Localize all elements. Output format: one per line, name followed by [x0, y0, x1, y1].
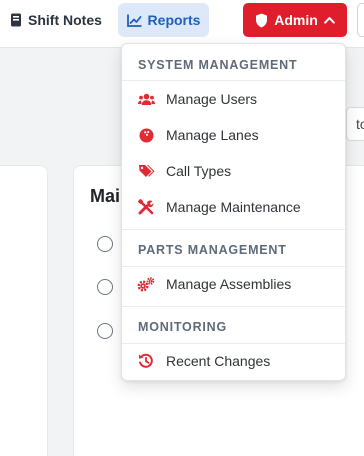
left-card [0, 165, 48, 456]
card-title: Mai [90, 186, 121, 206]
menu-item-label: Manage Users [166, 91, 258, 107]
menu-item-manage-maintenance[interactable]: Manage Maintenance [122, 190, 345, 224]
admin-dropdown-menu: SYSTEM MANAGEMENT Manage Users Manage La [121, 43, 346, 381]
menu-item-label: Manage Lanes [166, 127, 259, 143]
reports-label: Reports [147, 12, 201, 28]
shield-icon [255, 13, 268, 28]
menu-item-label: Call Types [166, 163, 232, 179]
divider [122, 306, 345, 307]
background-control[interactable]: to D [346, 107, 364, 141]
section-header-system-management: SYSTEM MANAGEMENT [138, 58, 298, 72]
menu-item-label: Manage Maintenance [166, 199, 301, 215]
divider [122, 80, 345, 81]
top-navbar: Shift Notes Reports Admin [0, 0, 364, 48]
section-header-monitoring: MONITORING [138, 320, 228, 334]
tools-icon [137, 198, 155, 216]
menu-item-recent-changes[interactable]: Recent Changes [122, 344, 345, 378]
admin-label: Admin [274, 12, 318, 28]
users-icon [137, 90, 155, 108]
menu-item-label: Recent Changes [166, 353, 271, 369]
radio-button[interactable] [97, 236, 113, 252]
bowling-ball-icon [137, 126, 155, 144]
reports-button[interactable]: Reports [118, 3, 209, 37]
shift-notes-button[interactable]: Shift Notes [0, 3, 112, 37]
background-control-text: to D [356, 116, 364, 132]
chevron-up-icon [323, 16, 335, 24]
menu-item-call-types[interactable]: Call Types [122, 154, 345, 188]
admin-dropdown-toggle[interactable]: Admin [243, 3, 347, 37]
tags-icon [137, 162, 155, 180]
line-chart-icon [126, 14, 142, 27]
menu-item-manage-lanes[interactable]: Manage Lanes [122, 118, 345, 152]
cogs-icon [137, 275, 155, 293]
menu-item-manage-users[interactable]: Manage Users [122, 82, 345, 116]
menu-item-label: Manage Assemblies [166, 276, 292, 292]
radio-button[interactable] [97, 279, 113, 295]
history-icon [137, 352, 155, 370]
notebook-icon [10, 13, 22, 27]
shift-notes-label: Shift Notes [28, 12, 102, 28]
navbar-overflow-button[interactable] [357, 3, 364, 37]
radio-button[interactable] [97, 323, 113, 339]
section-header-parts-management: PARTS MANAGEMENT [138, 243, 287, 257]
divider [122, 229, 345, 230]
menu-item-manage-assemblies[interactable]: Manage Assemblies [122, 267, 345, 301]
